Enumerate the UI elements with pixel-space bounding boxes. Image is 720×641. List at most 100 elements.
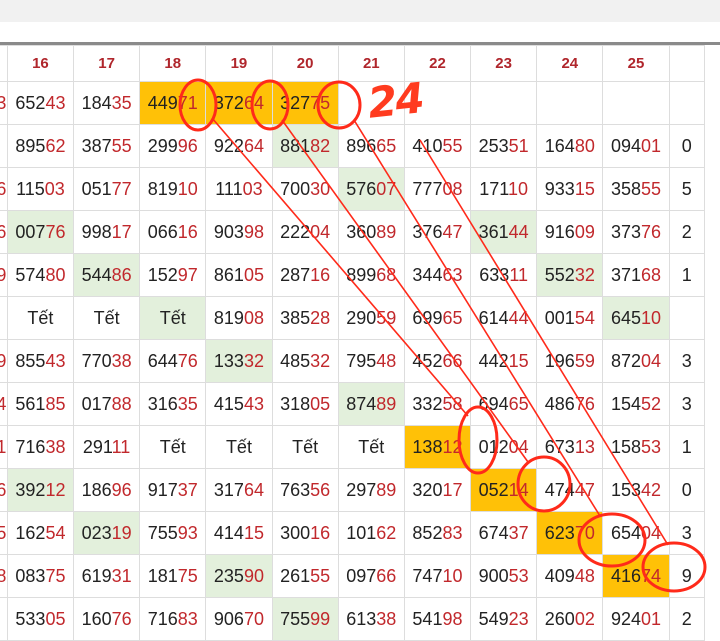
result-cell: 65 bbox=[0, 511, 8, 555]
result-last-two-digits: 82 bbox=[310, 135, 331, 156]
table-row: 3957480544861529786105287168996834463633… bbox=[0, 253, 706, 297]
result-digits: 152 bbox=[147, 264, 178, 285]
result-last-two-digits: 63 bbox=[442, 264, 463, 285]
result-last-two-digits: 76 bbox=[45, 221, 66, 242]
result-cell: 1 bbox=[668, 425, 706, 469]
result-cell: 90053 bbox=[470, 554, 538, 598]
result-cell: 54923 bbox=[470, 597, 538, 641]
result-last-two-digits: 65 bbox=[508, 393, 529, 414]
result-digits: 376 bbox=[412, 221, 443, 242]
result-cell: 85283 bbox=[403, 511, 472, 555]
result-last-two-digits: 68 bbox=[640, 264, 662, 285]
result-last-two-digits: 28 bbox=[310, 307, 331, 328]
result-last-two-digits: 42 bbox=[640, 479, 662, 500]
result-cell: 41415 bbox=[205, 511, 273, 555]
day-column-header bbox=[0, 45, 8, 82]
result-last-two-digits: 76 bbox=[111, 608, 132, 629]
result-last-two-digits: 04 bbox=[508, 436, 529, 457]
table-row: 6516254023197559341415300161016285283674… bbox=[0, 511, 706, 555]
result-last-two-digits: 10 bbox=[507, 178, 528, 199]
result-digits: 474 bbox=[544, 479, 575, 500]
result-digits: 235 bbox=[213, 565, 244, 586]
result-digits: 260 bbox=[544, 608, 575, 629]
result-cell: 17110 bbox=[470, 167, 538, 211]
result-cell: 89968 bbox=[337, 253, 405, 297]
result-last-two-digits: 02 bbox=[574, 608, 595, 629]
result-last-two-digits: 04 bbox=[310, 221, 331, 242]
result-cell: 64476 bbox=[139, 339, 207, 383]
day-column-header: 23 bbox=[470, 45, 538, 82]
result-digits: 486 bbox=[544, 393, 575, 414]
result-cell: 36144 bbox=[470, 210, 538, 254]
result-last-two-digits: 9 bbox=[0, 265, 6, 285]
result-digits: Tết bbox=[27, 307, 54, 328]
result-last-two-digits: 64 bbox=[243, 92, 264, 113]
result-digits: 633 bbox=[479, 264, 510, 285]
result-last-two-digits: 80 bbox=[45, 264, 66, 285]
result-last-two-digits: 86 bbox=[111, 264, 132, 285]
result-digits: 452 bbox=[412, 350, 443, 371]
table-row: 89562 38755 29996 92264 88182 89665 41055 25351… bbox=[0, 124, 706, 168]
result-cell: 29996 bbox=[139, 124, 207, 168]
result-cell: 87489 bbox=[337, 382, 405, 426]
day-column-header: 25 bbox=[602, 45, 670, 82]
result-last-two-digits: 47 bbox=[574, 479, 595, 500]
result-digits: 619 bbox=[81, 565, 112, 586]
result-cell: 15853 bbox=[602, 425, 670, 469]
result-last-two-digits: 35 bbox=[177, 393, 198, 414]
result-cell: 54486 bbox=[73, 253, 141, 297]
result-cell: 67313 bbox=[536, 425, 604, 469]
result-cell bbox=[668, 81, 706, 125]
result-cell: 15297 bbox=[139, 253, 207, 297]
result-last-two-digits: 89 bbox=[376, 393, 397, 414]
result-digits: 287 bbox=[280, 264, 311, 285]
result-digits: 485 bbox=[280, 350, 311, 371]
result-cell: 40948 bbox=[536, 554, 604, 598]
result-cell: 81908 bbox=[205, 296, 273, 340]
result-cell: 81910 bbox=[139, 167, 207, 211]
result-cell: 71638 bbox=[6, 425, 75, 469]
result-digits: 819 bbox=[213, 307, 244, 328]
result-last-two-digits: 58 bbox=[442, 393, 463, 414]
result-last-two-digits: 97 bbox=[177, 264, 198, 285]
result-cell: 33258 bbox=[403, 382, 472, 426]
result-digits: 097 bbox=[346, 565, 377, 586]
result-cell bbox=[602, 81, 670, 125]
result-cell: 77038 bbox=[73, 339, 141, 383]
result-last-two-digits: 03 bbox=[44, 178, 65, 199]
result-last-two-digits: 38 bbox=[376, 608, 397, 629]
result-cell: 71683 bbox=[139, 597, 207, 641]
result-last-two-digits: 90 bbox=[243, 565, 264, 586]
result-cell: 87204 bbox=[602, 339, 670, 383]
result-digits: 001 bbox=[544, 307, 575, 328]
result-digits: 700 bbox=[280, 178, 311, 199]
result-cell: 89665 bbox=[337, 124, 405, 168]
result-digits: 561 bbox=[15, 393, 46, 414]
result-last-two-digits: 35 bbox=[111, 92, 132, 113]
result-cell: 37168 bbox=[602, 253, 670, 297]
table-row: 9456185017883163541543318058748933258694… bbox=[0, 382, 706, 426]
lottery-results-table: 16171819202122232425 4365243184354497137… bbox=[0, 45, 706, 641]
result-digits: 316 bbox=[147, 393, 178, 414]
result-cell: 69465 bbox=[470, 382, 538, 426]
table-row: 3808375619311817523590261550976674710900… bbox=[0, 554, 706, 598]
result-digits: 852 bbox=[412, 522, 443, 543]
result-cell: 9 bbox=[668, 554, 706, 598]
result-last-two-digits: 83 bbox=[442, 522, 463, 543]
result-digits: 414 bbox=[213, 522, 244, 543]
result-digits: 533 bbox=[15, 608, 46, 629]
result-digits: 317 bbox=[213, 479, 244, 500]
result-digits: 699 bbox=[412, 307, 443, 328]
result-digits: 0 bbox=[681, 479, 692, 500]
result-last-two-digits: 68 bbox=[376, 264, 397, 285]
result-last-two-digits: 10 bbox=[442, 565, 463, 586]
result-cell: 31764 bbox=[205, 468, 273, 512]
result-last-two-digits: 64 bbox=[243, 479, 264, 500]
result-last-two-digits: 59 bbox=[376, 307, 397, 328]
result-last-two-digits: 98 bbox=[442, 608, 463, 629]
result-digits: 900 bbox=[478, 565, 509, 586]
result-cell: 11103 bbox=[205, 167, 273, 211]
result-last-two-digits: 03 bbox=[242, 178, 263, 199]
result-last-two-digits: 30 bbox=[310, 178, 331, 199]
result-last-two-digits: 3 bbox=[0, 93, 6, 113]
